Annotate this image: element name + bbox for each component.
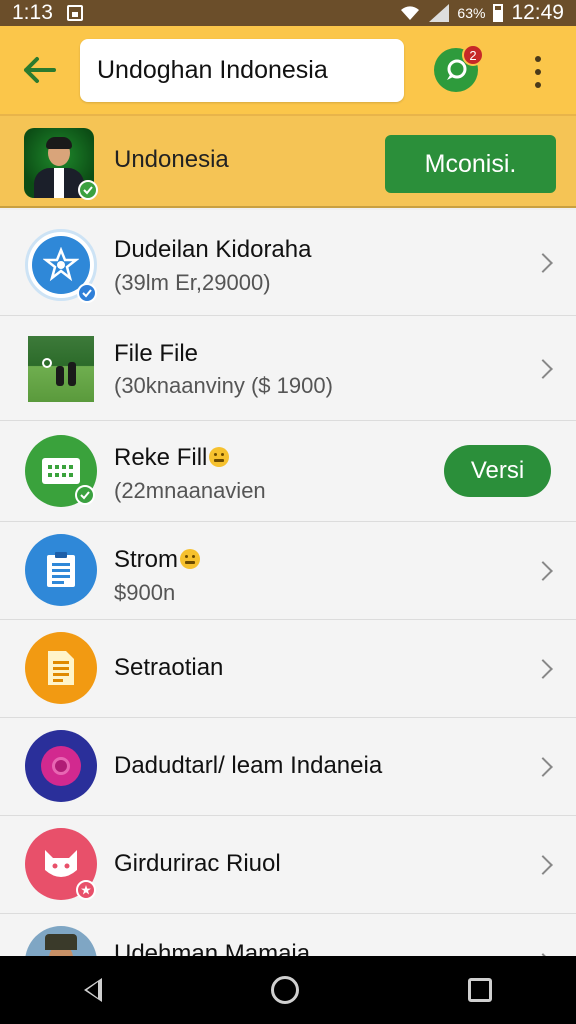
record-icon xyxy=(25,730,97,802)
list-item-title: Strom xyxy=(114,546,201,574)
status-bar: 1:13 63% 12:49 xyxy=(0,0,576,26)
status-time-right: 12:49 xyxy=(511,1,564,24)
photo-thumbnail xyxy=(28,336,94,402)
chevron-right-icon xyxy=(533,253,553,273)
list-item-title: Girdurirac Riuol xyxy=(114,850,281,877)
profile-name: Undonesia xyxy=(114,146,229,173)
list-item-title: Reke Fill xyxy=(114,444,230,472)
chevron-right-icon xyxy=(533,659,553,679)
system-nav-bar xyxy=(0,956,576,1024)
person-avatar xyxy=(25,926,97,956)
chevron-right-icon xyxy=(533,855,553,875)
list-item[interactable]: Setraotian xyxy=(0,620,576,718)
back-arrow-icon xyxy=(24,57,56,83)
list-item-title: File File xyxy=(114,340,199,367)
signal-icon xyxy=(429,4,450,22)
back-button[interactable] xyxy=(18,48,62,92)
list-item[interactable]: Dudeilan Kidoraha (39lm Er,29000) xyxy=(0,210,576,316)
profile-banner[interactable]: Undonesia Mconisi. xyxy=(0,114,576,208)
nav-back-icon[interactable] xyxy=(84,978,103,1002)
status-time-left: 1:13 xyxy=(12,1,53,24)
emoji-icon xyxy=(180,549,201,569)
search-input-value: Undoghan Indonesia xyxy=(97,56,328,84)
clipboard-icon xyxy=(25,534,97,606)
list-item-subtitle: (30knaanviny ($ 1900) xyxy=(114,373,333,398)
search-input[interactable]: Undoghan Indonesia xyxy=(80,39,404,102)
chevron-right-icon xyxy=(533,561,553,581)
top-app-bar: Undoghan Indonesia 2 xyxy=(0,26,576,114)
wifi-icon xyxy=(401,6,420,20)
list-item-subtitle: (22mnaanavien xyxy=(114,478,266,503)
chevron-right-icon xyxy=(533,359,553,379)
list-item-title: Dadudtarl/ leam Indaneia xyxy=(114,752,383,779)
list-item-title: Udehman Mamaia xyxy=(114,940,311,956)
chevron-right-icon xyxy=(533,757,553,777)
battery-icon xyxy=(493,4,504,22)
image-notification-icon xyxy=(66,5,83,21)
verified-check-icon xyxy=(77,283,97,303)
list-item-subtitle: $900n xyxy=(114,580,176,605)
list-item[interactable]: File File (30knaanviny ($ 1900) xyxy=(0,316,576,421)
chat-badge: 2 xyxy=(462,44,484,66)
document-icon xyxy=(25,632,97,704)
versi-button[interactable]: Versi xyxy=(444,445,551,497)
list-item-subtitle: (39lm Er,29000) xyxy=(114,270,271,295)
list-item[interactable]: Reke Fill (22mnaanavien Versi xyxy=(0,421,576,522)
battery-percent: 63% xyxy=(457,5,486,21)
more-vert-icon xyxy=(535,56,541,62)
item-list: Dudeilan Kidoraha (39lm Er,29000) File F… xyxy=(0,210,576,956)
nav-home-icon[interactable] xyxy=(270,976,299,1004)
star-icon xyxy=(76,880,96,900)
more-options-button[interactable] xyxy=(526,52,550,92)
list-item-title: Setraotian xyxy=(114,654,224,681)
verified-check-icon xyxy=(75,485,95,505)
nav-recents-icon[interactable] xyxy=(467,978,492,1002)
list-item[interactable]: Udehman Mamaia xyxy=(0,914,576,956)
list-item[interactable]: Dadudtarl/ leam Indaneia xyxy=(0,718,576,816)
list-item[interactable]: Strom $900n xyxy=(0,522,576,620)
list-item[interactable]: Girdurirac Riuol xyxy=(0,816,576,914)
emoji-icon xyxy=(209,447,230,467)
profile-action-button[interactable]: Mconisi. xyxy=(385,135,556,193)
verified-check-icon xyxy=(78,180,98,200)
list-item-title: Dudeilan Kidoraha xyxy=(114,236,312,263)
